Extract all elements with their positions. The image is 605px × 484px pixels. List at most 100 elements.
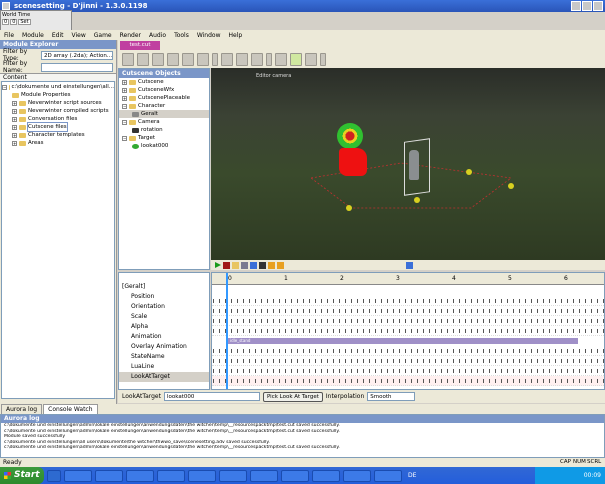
tree-node[interactable]: + Cutscene xyxy=(119,78,209,86)
timeline-row-animation[interactable]: idle_stand xyxy=(212,336,604,346)
animation-clip[interactable]: idle_stand xyxy=(228,338,578,344)
tree-node[interactable]: − c:\dokumente und einstellungen\all... xyxy=(2,83,114,91)
track-scale[interactable]: Scale xyxy=(119,312,209,322)
target-tool-icon[interactable] xyxy=(290,52,302,66)
close-button[interactable] xyxy=(593,1,603,11)
key-icon[interactable] xyxy=(250,261,257,269)
taskbar-item[interactable] xyxy=(64,469,92,482)
timeline-row[interactable] xyxy=(212,316,604,326)
language-indicator[interactable]: DE xyxy=(408,472,416,479)
expand-icon[interactable]: + xyxy=(12,116,17,122)
expand-icon[interactable]: + xyxy=(12,132,17,138)
track-overlay-animation[interactable]: Overlay Animation xyxy=(119,342,209,352)
character-model[interactable] xyxy=(409,150,419,180)
tree-node[interactable]: − Target xyxy=(119,134,209,142)
tab-console-watch[interactable]: Console Watch xyxy=(43,404,98,414)
filter-type-select[interactable]: 2D array (.2da); Action... xyxy=(41,50,113,60)
world-time-minute-field[interactable]: 0 xyxy=(10,19,18,25)
tree-node-selected[interactable]: Geralt xyxy=(119,110,209,118)
export-icon[interactable] xyxy=(277,261,284,269)
menu-view[interactable]: View xyxy=(68,32,90,39)
expand-icon[interactable]: + xyxy=(12,140,17,146)
scale-tool-icon[interactable] xyxy=(197,52,209,66)
track-root[interactable]: [Geralt] xyxy=(119,282,209,292)
expand-icon[interactable]: + xyxy=(122,95,127,101)
tree-node[interactable]: rotation xyxy=(119,126,209,134)
timeline-row[interactable] xyxy=(212,296,604,306)
clock[interactable]: 00:09 xyxy=(584,472,601,479)
character-tool-icon[interactable] xyxy=(251,52,263,66)
menu-audio[interactable]: Audio xyxy=(145,32,170,39)
menu-edit[interactable]: Edit xyxy=(48,32,68,39)
world-time-set-button[interactable]: Set xyxy=(18,19,31,25)
track-orientation[interactable]: Orientation xyxy=(119,302,209,312)
tree-node[interactable]: + Neverwinter script sources xyxy=(2,99,114,107)
tab-aurora-log[interactable]: Aurora log xyxy=(1,404,43,414)
timeline-row[interactable] xyxy=(212,356,604,366)
tree-node[interactable]: − Character xyxy=(119,102,209,110)
timeline-area[interactable]: 0 1 2 3 4 5 6 idle_stand xyxy=(211,272,605,390)
collapse-icon[interactable]: − xyxy=(2,84,7,90)
fit-icon[interactable] xyxy=(406,261,413,269)
interpolation-select[interactable]: Smooth xyxy=(367,392,416,401)
taskbar-item[interactable] xyxy=(157,469,185,482)
taskbar-item[interactable] xyxy=(312,469,340,482)
tree-node[interactable]: Module Properties xyxy=(2,91,114,99)
grid-tool-icon[interactable] xyxy=(221,52,233,66)
timeline-row[interactable] xyxy=(212,376,604,386)
rotate-tool-icon[interactable] xyxy=(182,52,194,66)
taskbar-item[interactable] xyxy=(374,469,402,482)
timeline-row[interactable] xyxy=(212,326,604,336)
export-icon[interactable] xyxy=(268,261,275,269)
track-statename[interactable]: StateName xyxy=(119,352,209,362)
track-animation[interactable]: Animation xyxy=(119,332,209,342)
menu-module[interactable]: Module xyxy=(18,32,48,39)
tree-node[interactable]: + CutscenePlaceable xyxy=(119,94,209,102)
dropdown-arrow-icon[interactable] xyxy=(212,52,218,66)
expand-icon[interactable]: + xyxy=(12,100,17,106)
stop-icon[interactable] xyxy=(223,261,230,269)
snap-tool-icon[interactable] xyxy=(167,52,179,66)
folder-icon[interactable] xyxy=(232,261,239,269)
track-alpha[interactable]: Alpha xyxy=(119,322,209,332)
collapse-icon[interactable]: − xyxy=(122,103,127,109)
tree-node[interactable]: + Neverwinter compiled scripts xyxy=(2,107,114,115)
timeline-row[interactable] xyxy=(212,366,604,376)
tree-node[interactable]: + CutsceneWfx xyxy=(119,86,209,94)
menu-game[interactable]: Game xyxy=(90,32,116,39)
dropdown-arrow-icon[interactable] xyxy=(320,52,326,66)
menu-help[interactable]: Help xyxy=(225,32,247,39)
pointer-tool-icon[interactable] xyxy=(152,52,164,66)
minimize-button[interactable] xyxy=(571,1,581,11)
menu-file[interactable]: File xyxy=(0,32,18,39)
collapse-icon[interactable]: − xyxy=(122,135,127,141)
playhead[interactable] xyxy=(226,273,228,389)
tree-node[interactable]: + Areas xyxy=(2,139,114,147)
settings-icon[interactable] xyxy=(241,261,248,269)
menu-window[interactable]: Window xyxy=(193,32,225,39)
expand-icon[interactable]: + xyxy=(12,124,17,130)
expand-icon[interactable]: + xyxy=(122,87,127,93)
tree-node[interactable]: + Conversation files xyxy=(2,115,114,123)
start-button[interactable]: Start xyxy=(0,467,44,484)
taskbar-item[interactable] xyxy=(126,469,154,482)
camera-tool-icon[interactable] xyxy=(236,52,248,66)
taskbar-item[interactable] xyxy=(47,469,61,482)
tree-node-selected[interactable]: + Cutscene files xyxy=(2,122,114,132)
3d-viewport[interactable]: Editor camera xyxy=(211,68,605,260)
taskbar-item[interactable] xyxy=(250,469,278,482)
expand-icon[interactable]: + xyxy=(122,79,127,85)
play-icon[interactable] xyxy=(215,262,221,268)
menu-render[interactable]: Render xyxy=(116,32,145,39)
collapse-icon[interactable]: − xyxy=(122,119,127,125)
track-position[interactable]: Position xyxy=(119,292,209,302)
world-time-hour-field[interactable]: 0 xyxy=(2,19,10,25)
taskbar-item[interactable] xyxy=(281,469,309,482)
path-tool-icon[interactable] xyxy=(305,52,317,66)
expand-icon[interactable]: + xyxy=(12,108,17,114)
timeline-row[interactable] xyxy=(212,306,604,316)
pick-lookat-button[interactable]: Pick Look At Target xyxy=(262,391,323,402)
filter-name-input[interactable] xyxy=(41,62,113,72)
tree-node[interactable]: lookat000 xyxy=(119,142,209,150)
taskbar-item[interactable] xyxy=(188,469,216,482)
